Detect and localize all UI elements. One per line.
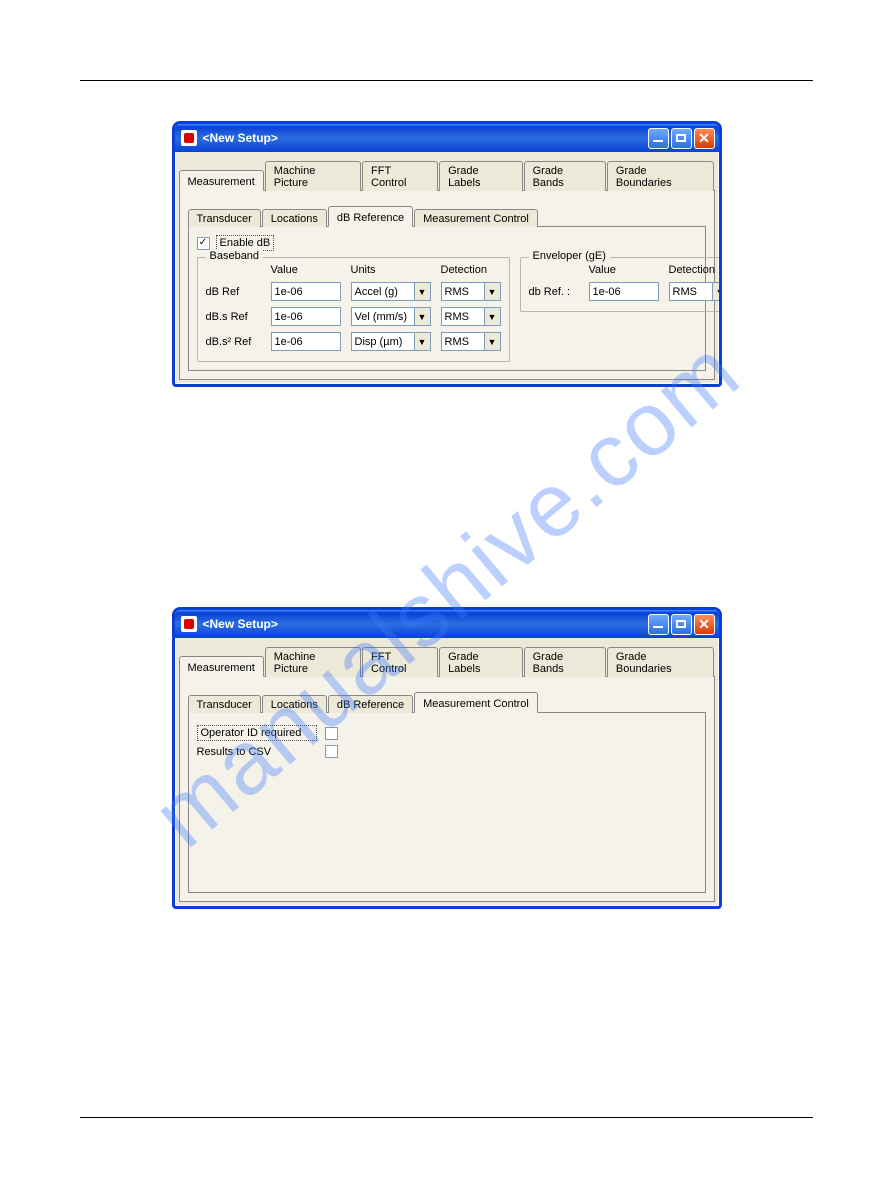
tab-db-reference[interactable]: dB Reference	[328, 206, 413, 227]
dbs-ref-units[interactable]: Vel (mm/s)▼	[351, 307, 431, 326]
inner-tabstrip: Transducer Locations dB Reference Measur…	[188, 205, 706, 227]
env-row-label: db Ref. :	[529, 286, 579, 298]
dbs-ref-value[interactable]	[271, 307, 341, 326]
env-db-ref-detection[interactable]: RMS▼	[669, 282, 722, 301]
results-csv-label: Results to CSV	[197, 746, 317, 758]
row-label: dB.s² Ref	[206, 336, 261, 348]
tab-transducer[interactable]: Transducer	[188, 695, 261, 713]
tab-measurement[interactable]: Measurement	[179, 656, 264, 677]
col-units: Units	[351, 264, 431, 276]
operator-id-label: Operator ID required	[197, 725, 317, 741]
env-col-detection: Detection	[669, 264, 722, 276]
chevron-down-icon: ▼	[484, 333, 500, 350]
chevron-down-icon: ▼	[414, 308, 430, 325]
dbs-ref-detection[interactable]: RMS▼	[441, 307, 501, 326]
titlebar[interactable]: <New Setup> ✕	[175, 124, 719, 152]
outer-tabstrip: Measurement Machine Picture FFT Control …	[179, 646, 715, 677]
dbs2-ref-units[interactable]: Disp (µm)▼	[351, 332, 431, 351]
row-label: dB.s Ref	[206, 311, 261, 323]
tab-locations[interactable]: Locations	[262, 209, 327, 227]
baseband-group: Baseband Value Units Detection dB Ref Ac…	[197, 257, 510, 362]
col-value: Value	[271, 264, 341, 276]
tab-grade-labels[interactable]: Grade Labels	[439, 647, 523, 677]
window-title: <New Setup>	[203, 617, 648, 631]
tab-transducer[interactable]: Transducer	[188, 209, 261, 227]
window-measurement-control: <New Setup> ✕ Measurement Machine Pictur…	[172, 607, 722, 909]
enveloper-group: Enveloper (gE) Value Detection db Ref. :…	[520, 257, 722, 312]
db-ref-value[interactable]	[271, 282, 341, 301]
tab-measurement-control[interactable]: Measurement Control	[414, 692, 538, 713]
close-button[interactable]: ✕	[694, 614, 715, 635]
tab-grade-boundaries[interactable]: Grade Boundaries	[607, 161, 714, 191]
outer-tabpanel: Transducer Locations dB Reference Measur…	[179, 677, 715, 902]
chevron-down-icon: ▼	[712, 283, 722, 300]
titlebar[interactable]: <New Setup> ✕	[175, 610, 719, 638]
tab-grade-bands[interactable]: Grade Bands	[524, 647, 606, 677]
operator-id-checkbox[interactable]	[325, 727, 338, 740]
enveloper-legend: Enveloper (gE)	[529, 250, 610, 262]
chevron-down-icon: ▼	[484, 283, 500, 300]
tab-measurement-control[interactable]: Measurement Control	[414, 209, 538, 227]
row-label: dB Ref	[206, 286, 261, 298]
enable-db-label: Enable dB	[216, 235, 275, 251]
maximize-button[interactable]	[671, 614, 692, 635]
outer-tabpanel: Transducer Locations dB Reference Measur…	[179, 191, 715, 380]
minimize-button[interactable]	[648, 614, 669, 635]
chevron-down-icon: ▼	[414, 333, 430, 350]
results-csv-checkbox[interactable]	[325, 745, 338, 758]
tab-db-reference[interactable]: dB Reference	[328, 695, 413, 713]
env-col-value: Value	[589, 264, 659, 276]
close-button[interactable]: ✕	[694, 128, 715, 149]
tab-grade-bands[interactable]: Grade Bands	[524, 161, 606, 191]
env-db-ref-value[interactable]	[589, 282, 659, 301]
chevron-down-icon: ▼	[414, 283, 430, 300]
inner-tabpanel: ✓ Enable dB Baseband Value Units Detecti…	[188, 227, 706, 371]
app-icon	[181, 130, 197, 146]
tab-locations[interactable]: Locations	[262, 695, 327, 713]
window-db-reference: <New Setup> ✕ Measurement Machine Pictur…	[172, 121, 722, 387]
window-title: <New Setup>	[203, 131, 648, 145]
db-ref-detection[interactable]: RMS▼	[441, 282, 501, 301]
tab-fft-control[interactable]: FFT Control	[362, 161, 438, 191]
col-detection: Detection	[441, 264, 501, 276]
tab-machine-picture[interactable]: Machine Picture	[265, 647, 361, 677]
minimize-button[interactable]	[648, 128, 669, 149]
rule-top	[80, 80, 813, 81]
rule-bottom	[80, 1117, 813, 1118]
db-ref-units[interactable]: Accel (g)▼	[351, 282, 431, 301]
tab-fft-control[interactable]: FFT Control	[362, 647, 438, 677]
enable-db-checkbox[interactable]: ✓	[197, 237, 210, 250]
tab-measurement[interactable]: Measurement	[179, 170, 264, 191]
chevron-down-icon: ▼	[484, 308, 500, 325]
outer-tabstrip: Measurement Machine Picture FFT Control …	[179, 160, 715, 191]
dbs2-ref-detection[interactable]: RMS▼	[441, 332, 501, 351]
app-icon	[181, 616, 197, 632]
tab-grade-labels[interactable]: Grade Labels	[439, 161, 523, 191]
tab-machine-picture[interactable]: Machine Picture	[265, 161, 361, 191]
baseband-legend: Baseband	[206, 250, 264, 262]
inner-tabpanel: Operator ID required Results to CSV	[188, 713, 706, 893]
maximize-button[interactable]	[671, 128, 692, 149]
tab-grade-boundaries[interactable]: Grade Boundaries	[607, 647, 714, 677]
inner-tabstrip: Transducer Locations dB Reference Measur…	[188, 691, 706, 713]
dbs2-ref-value[interactable]	[271, 332, 341, 351]
